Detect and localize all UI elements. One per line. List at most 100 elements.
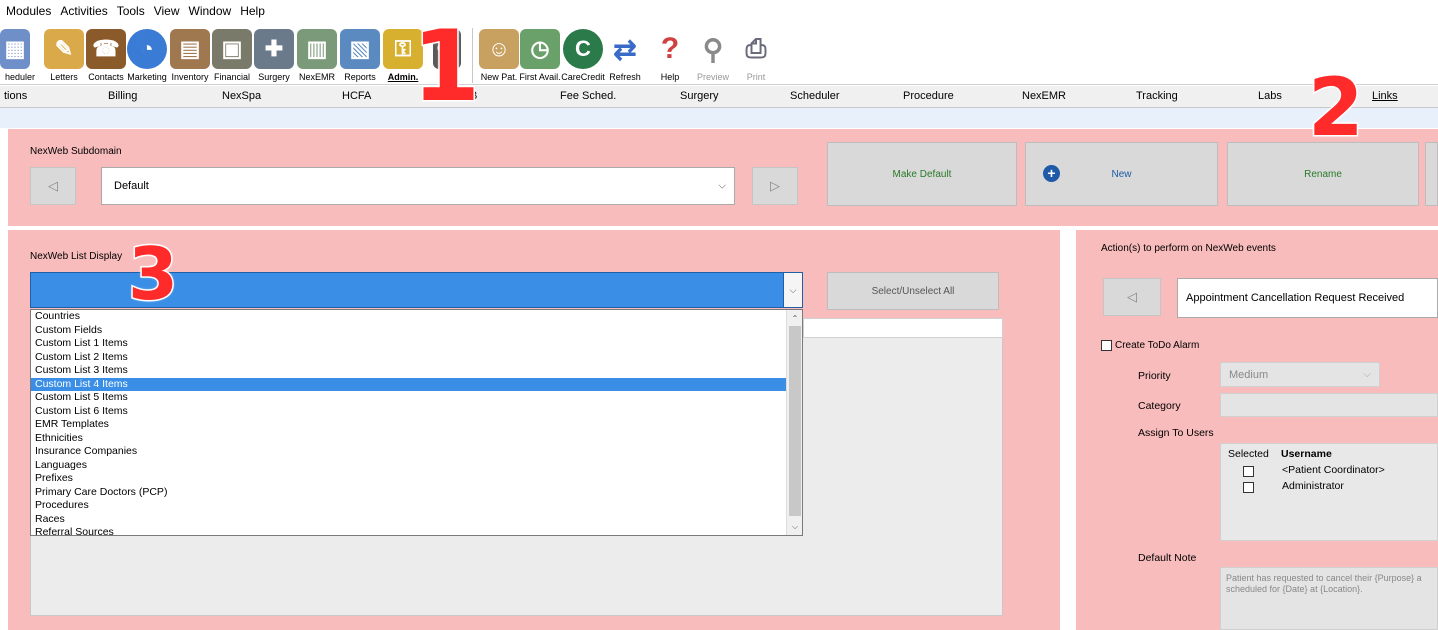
inventory-button[interactable]: ▤ Inventory (170, 22, 210, 85)
category-select[interactable] (1220, 393, 1438, 417)
user-select-checkbox[interactable] (1243, 482, 1254, 493)
calendar-icon: ▦ (0, 29, 30, 69)
contacts-button[interactable]: ☎ Contacts (86, 22, 126, 85)
user-select-checkbox[interactable] (1243, 466, 1254, 477)
assign-users-grid[interactable]: Selected Username <Patient Coordinator> … (1220, 443, 1438, 541)
list-display-dropdown-button[interactable]: ⌵ (783, 272, 803, 308)
tab-procedure[interactable]: Procedure (903, 90, 954, 102)
first-available-button[interactable]: ◷ First Avail. (519, 22, 561, 85)
assign-users-label: Assign To Users (1138, 427, 1214, 439)
dropdown-item[interactable]: Procedures (31, 499, 802, 513)
subdomain-prev-button[interactable]: ◁ (30, 167, 76, 205)
subdomain-label: NexWeb Subdomain (30, 146, 122, 157)
chevron-down-icon: ⌵ (718, 180, 726, 192)
dropdown-item[interactable]: Custom List 5 Items (31, 391, 802, 405)
list-display-dropdown[interactable]: Countries Custom Fields Custom List 1 Item… (30, 309, 803, 536)
menu-tools[interactable]: Tools (117, 4, 145, 18)
surgery-button[interactable]: ✚ Surgery (254, 22, 294, 85)
preview-icon: ⚲ (702, 33, 724, 65)
module-tabs: tions Billing NexSpa HCFA UB Fee Sched. … (0, 86, 1438, 108)
col-username[interactable]: Username (1281, 448, 1332, 460)
chevron-down-icon: ⌵ (1363, 369, 1371, 380)
new-patient-button[interactable]: ☺ New Pat. (479, 22, 519, 85)
tab-options[interactable]: tions (4, 90, 27, 102)
subdomain-select[interactable]: Default ⌵ (101, 167, 735, 205)
plus-circle-icon: + (1043, 165, 1060, 182)
menu-modules[interactable]: Modules (6, 4, 51, 18)
tab-scheduler[interactable]: Scheduler (790, 90, 840, 102)
user-name: <Patient Coordinator> (1282, 464, 1385, 476)
event-select[interactable]: Appointment Cancellation Request Receive… (1177, 278, 1438, 318)
emr-icon: ▥ (297, 29, 337, 69)
priority-spacer (1380, 362, 1438, 387)
list-display-label: NexWeb List Display (30, 251, 123, 262)
scheduler-button[interactable]: ▦ heduler (0, 22, 40, 85)
refresh-icon: ⇄ (613, 33, 637, 65)
preview-button[interactable]: ⚲ Preview (693, 22, 733, 85)
marketing-button[interactable]: ◔ Marketing (127, 22, 167, 85)
dropdown-scrollbar[interactable]: ⌃ ⌵ (786, 310, 802, 535)
dropdown-item[interactable]: Languages (31, 459, 802, 473)
dropdown-item[interactable]: Referral Sources (31, 526, 802, 535)
select-unselect-all-button[interactable]: Select/Unselect All (827, 272, 999, 310)
help-button[interactable]: ? Help (650, 22, 690, 85)
chevron-left-icon: ◁ (48, 178, 58, 193)
dropdown-item[interactable]: Primary Care Doctors (PCP) (31, 486, 802, 500)
menu-view[interactable]: View (154, 4, 180, 18)
financial-button[interactable]: ▣ Financial (212, 22, 252, 85)
chevron-down-icon[interactable]: ⌵ (787, 520, 802, 534)
dropdown-item[interactable]: Custom List 2 Items (31, 351, 802, 365)
menu-help[interactable]: Help (240, 4, 265, 18)
menu-activities[interactable]: Activities (60, 4, 107, 18)
carecredit-icon: C (563, 29, 603, 69)
scroll-thumb[interactable] (789, 326, 801, 516)
event-prev-button[interactable]: ◁ (1103, 278, 1161, 316)
reports-button[interactable]: ▧ Reports (340, 22, 380, 85)
letters-button[interactable]: ✎ Letters (44, 22, 84, 85)
print-button[interactable]: ⎙ Print (736, 22, 776, 85)
user-name: Administrator (1282, 480, 1344, 492)
default-note-textarea[interactable]: Patient has requested to cancel their {P… (1220, 567, 1438, 630)
dropdown-item[interactable]: Custom List 4 Items (31, 377, 802, 391)
tab-nexspa[interactable]: NexSpa (222, 90, 261, 102)
new-button[interactable]: + New (1025, 142, 1218, 206)
tab-billing[interactable]: Billing (108, 90, 137, 102)
make-default-button[interactable]: Make Default (827, 142, 1017, 206)
tab-tracking[interactable]: Tracking (1136, 90, 1178, 102)
priority-select[interactable]: Medium ⌵ (1220, 362, 1380, 387)
tab-fee-sched[interactable]: Fee Sched. (560, 90, 616, 102)
dropdown-item[interactable]: Ethnicities (31, 432, 802, 446)
dropdown-item[interactable]: Prefixes (31, 472, 802, 486)
grid-header (803, 318, 1003, 338)
carecredit-button[interactable]: C CareCredit (561, 22, 605, 85)
tab-hcfa[interactable]: HCFA (342, 90, 371, 102)
dropdown-item[interactable]: Custom List 6 Items (31, 405, 802, 419)
dropdown-item[interactable]: Races (31, 513, 802, 527)
pie-chart-icon: ◔ (127, 29, 167, 69)
dropdown-item[interactable]: EMR Templates (31, 418, 802, 432)
chevron-up-icon[interactable]: ⌃ (787, 311, 802, 325)
tab-labs[interactable]: Labs (1258, 90, 1282, 102)
nexemr-button[interactable]: ▥ NexEMR (297, 22, 337, 85)
delete-button-partial[interactable] (1425, 142, 1438, 206)
default-note-label: Default Note (1138, 552, 1197, 564)
tab-content-header (0, 108, 1438, 128)
tab-nexemr[interactable]: NexEMR (1022, 90, 1066, 102)
tab-links[interactable]: Links (1372, 90, 1398, 102)
refresh-button[interactable]: ⇄ Refresh (605, 22, 645, 85)
tab-surgery[interactable]: Surgery (680, 90, 719, 102)
help-icon: ? (660, 32, 680, 65)
print-icon: ⎙ (745, 33, 767, 63)
dropdown-item[interactable]: Insurance Companies (31, 445, 802, 459)
dropdown-item[interactable]: Custom Fields (31, 324, 802, 338)
annotation-2: 2 (1307, 61, 1366, 154)
dropdown-item[interactable]: Custom List 3 Items (31, 364, 802, 378)
menu-window[interactable]: Window (189, 4, 232, 18)
subdomain-value: Default (114, 180, 149, 192)
subdomain-next-button[interactable]: ▷ (752, 167, 798, 205)
dropdown-item[interactable]: Custom List 1 Items (31, 337, 802, 351)
create-todo-checkbox[interactable] (1101, 340, 1112, 351)
chevron-left-icon: ◁ (1127, 289, 1137, 304)
first-available-icon: ◷ (520, 29, 560, 69)
chevron-right-icon: ▷ (770, 178, 780, 193)
